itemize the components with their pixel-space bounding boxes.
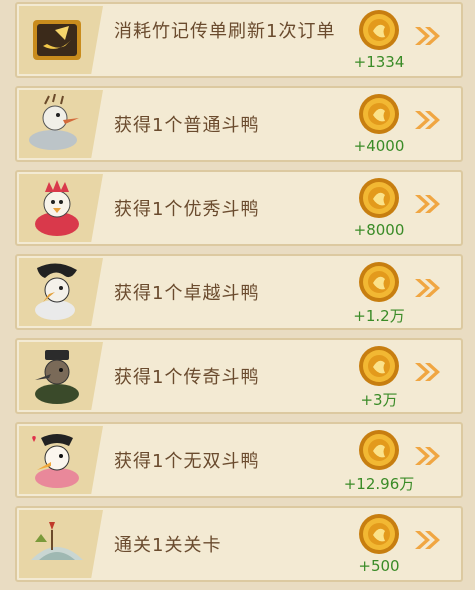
task-thumb xyxy=(19,90,103,158)
task-row[interactable]: 获得1个传奇斗鸭 +3万 xyxy=(15,338,463,414)
gold-coin-icon xyxy=(359,262,399,302)
task-label: 获得1个传奇斗鸭 xyxy=(114,367,260,388)
reward-amount: +500 xyxy=(358,557,400,575)
duck-superior-icon xyxy=(35,263,77,320)
task-label: 获得1个普通斗鸭 xyxy=(114,115,260,136)
double-chevron-right-icon[interactable] xyxy=(413,529,443,551)
reward-amount: +12.96万 xyxy=(343,475,415,493)
task-label: 获得1个无双斗鸭 xyxy=(114,451,260,472)
reward-task-list: 消耗竹记传单刷新1次订单 +1334 获得1个普通斗鸭 +4000 获得1个优秀… xyxy=(0,0,475,590)
double-chevron-right-icon[interactable] xyxy=(413,277,443,299)
duck-excellent-icon xyxy=(35,180,79,236)
gold-coin-icon xyxy=(359,514,399,554)
task-label: 获得1个优秀斗鸭 xyxy=(114,199,260,220)
task-thumb xyxy=(19,510,103,578)
task-row[interactable]: 获得1个普通斗鸭 +4000 xyxy=(15,86,463,162)
task-thumb xyxy=(19,426,103,494)
task-row[interactable]: 获得1个优秀斗鸭 +8000 xyxy=(15,170,463,246)
reward-amount: +4000 xyxy=(353,137,405,155)
gold-coin-icon xyxy=(359,346,399,386)
task-row[interactable]: 通关1关关卡 +500 xyxy=(15,506,463,582)
duck-common-icon xyxy=(29,94,79,150)
reward-amount: +8000 xyxy=(353,221,405,239)
task-row[interactable]: 获得1个无双斗鸭 +12.96万 xyxy=(15,422,463,498)
task-thumb xyxy=(19,342,103,410)
gold-coin-icon xyxy=(359,94,399,134)
double-chevron-right-icon[interactable] xyxy=(413,109,443,131)
task-row[interactable]: 获得1个卓越斗鸭 +1.2万 xyxy=(15,254,463,330)
double-chevron-right-icon[interactable] xyxy=(413,445,443,467)
double-chevron-right-icon[interactable] xyxy=(413,361,443,383)
reward-amount: +1334 xyxy=(353,53,405,71)
double-chevron-right-icon[interactable] xyxy=(413,193,443,215)
task-row[interactable]: 消耗竹记传单刷新1次订单 +1334 xyxy=(15,2,463,78)
flyer-icon xyxy=(33,20,81,60)
gold-coin-icon xyxy=(359,10,399,50)
task-thumb xyxy=(19,258,103,326)
level-clear-icon xyxy=(31,522,83,560)
double-chevron-right-icon[interactable] xyxy=(413,25,443,47)
duck-legendary-icon xyxy=(35,350,79,404)
reward-amount: +1.2万 xyxy=(353,307,405,325)
gold-coin-icon xyxy=(359,178,399,218)
task-label: 获得1个卓越斗鸭 xyxy=(114,283,260,304)
task-label: 通关1关关卡 xyxy=(114,535,222,556)
gold-coin-icon xyxy=(359,430,399,470)
duck-peerless-icon xyxy=(32,434,79,488)
task-label: 消耗竹记传单刷新1次订单 xyxy=(114,21,336,42)
task-thumb xyxy=(19,6,103,74)
task-thumb xyxy=(19,174,103,242)
reward-amount: +3万 xyxy=(360,391,398,409)
